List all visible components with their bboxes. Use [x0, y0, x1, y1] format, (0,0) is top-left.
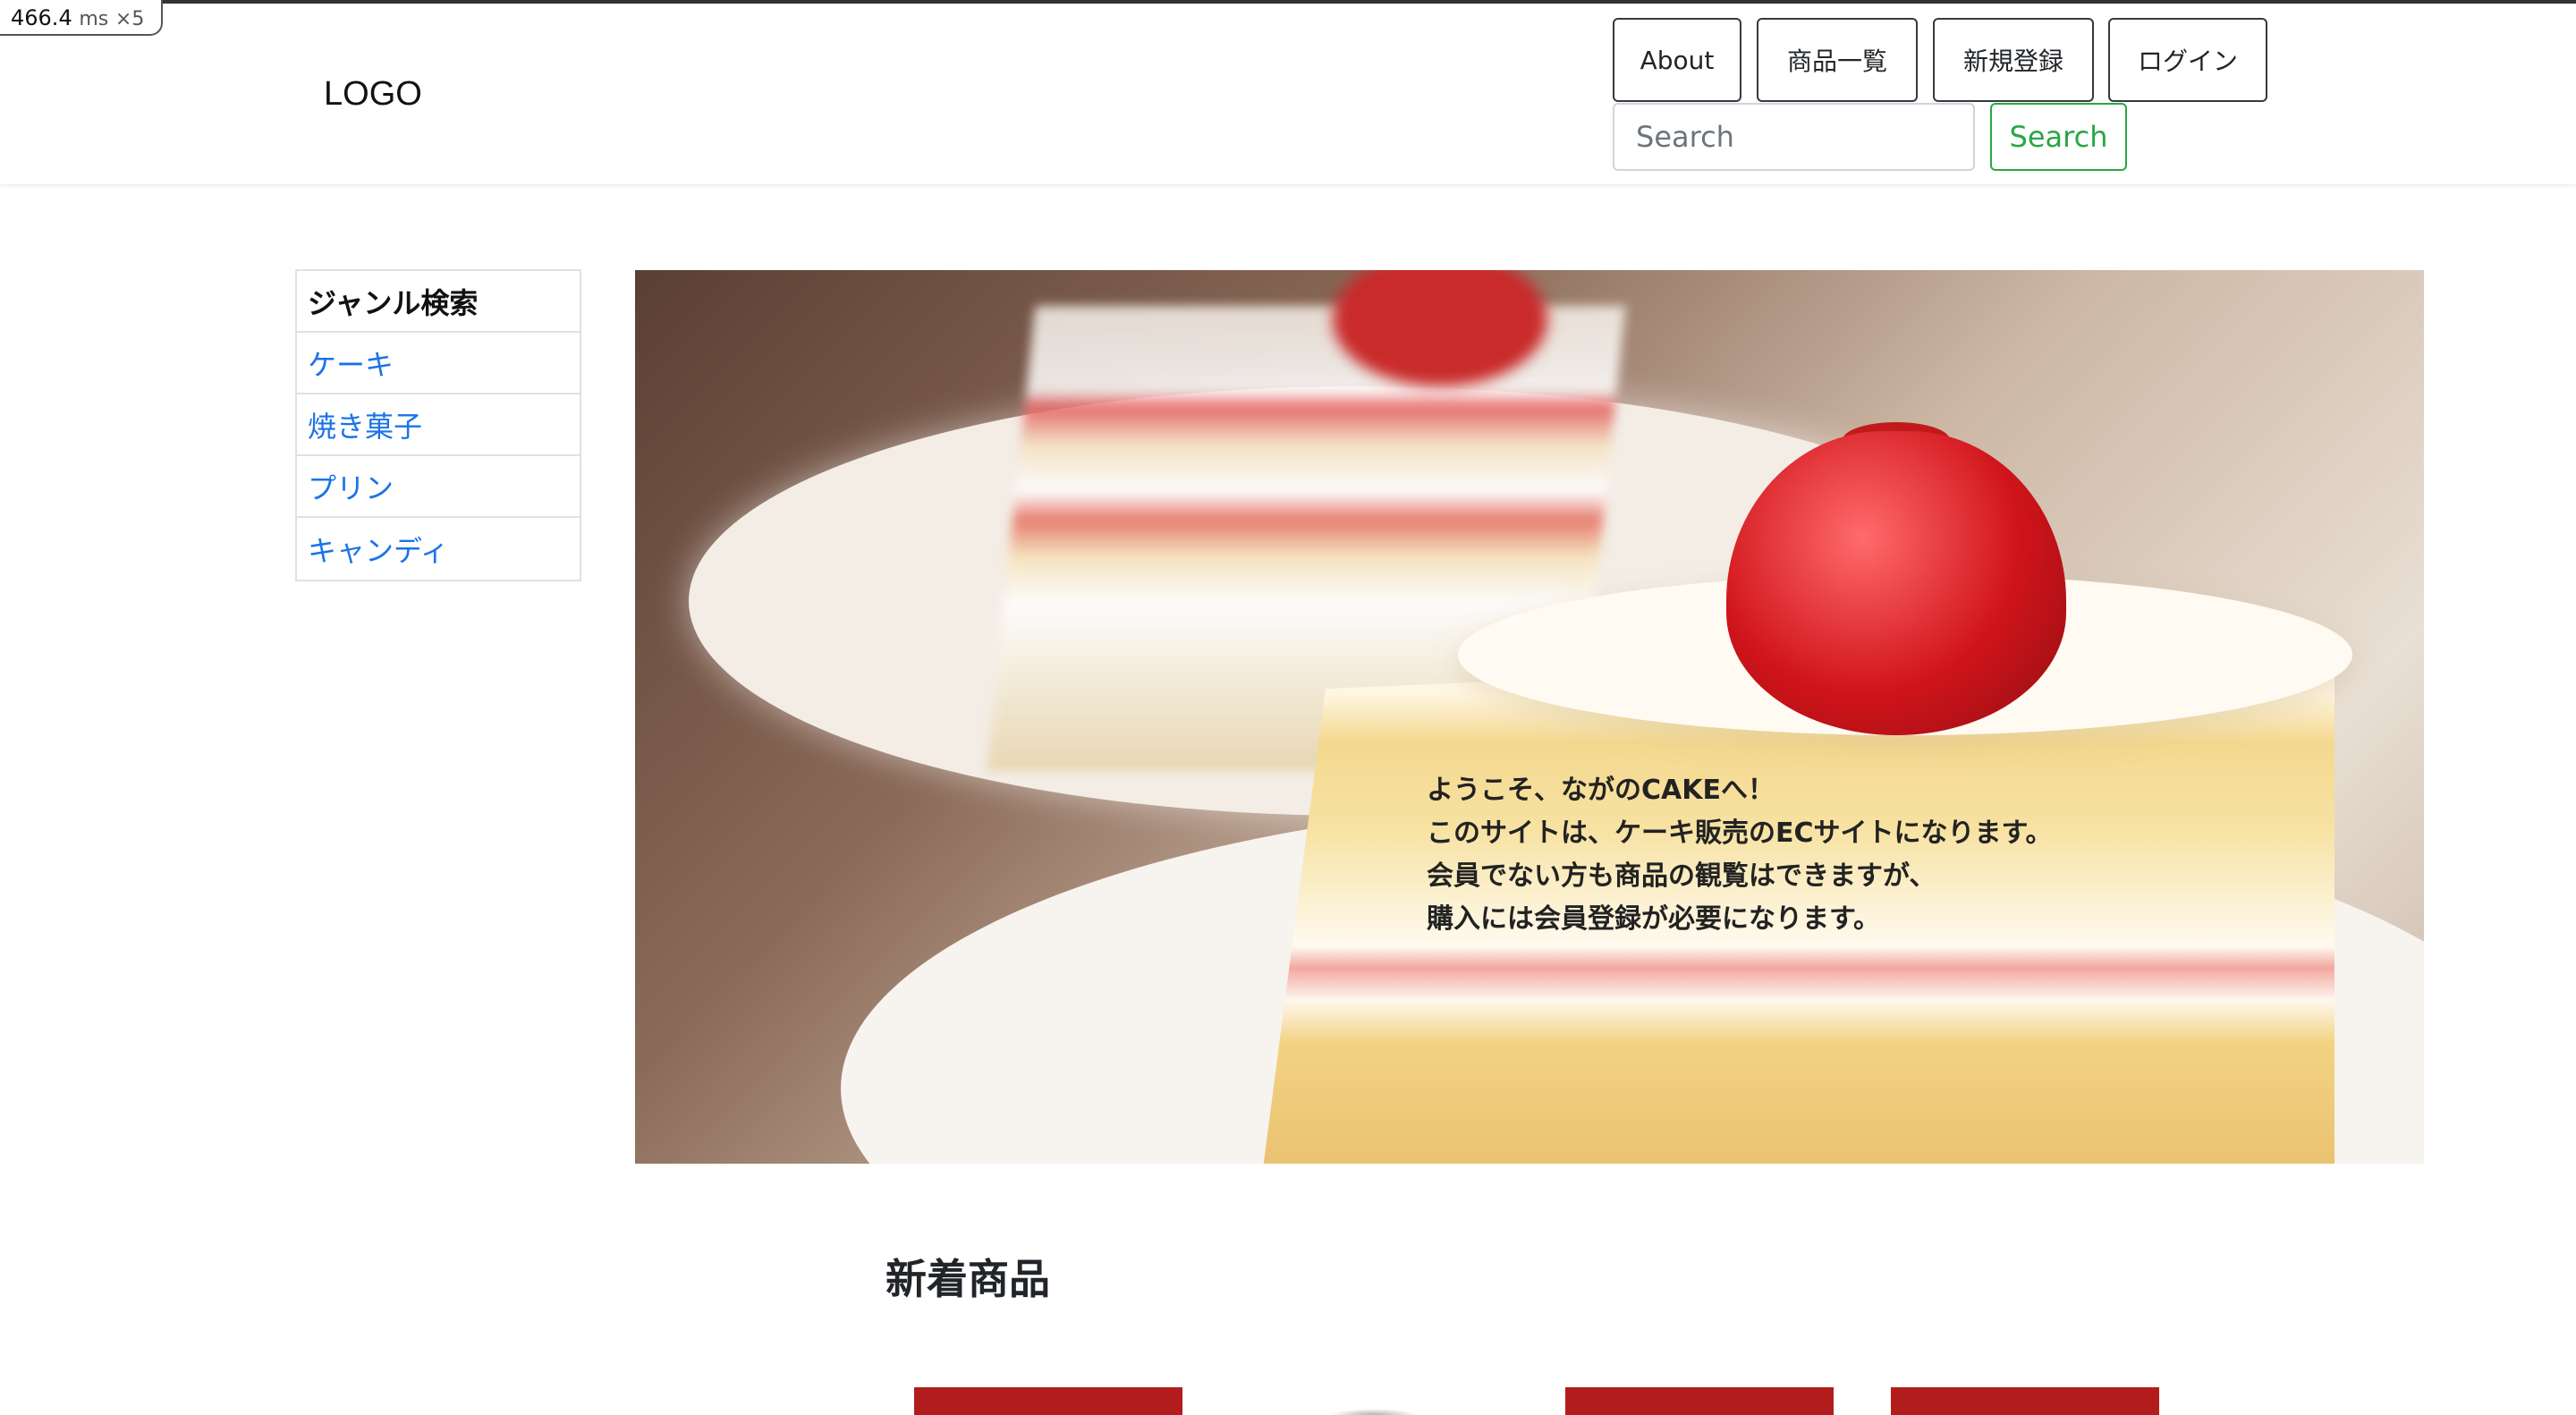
nav-about-button[interactable]: About — [1613, 18, 1741, 102]
hero-line: 会員でない方も商品の観覧はできますが、 — [1427, 860, 1936, 892]
site-logo[interactable]: LOGO — [324, 75, 422, 114]
product-card[interactable] — [1565, 1387, 1834, 1415]
product-card[interactable] — [914, 1387, 1182, 1415]
nav-login-button[interactable]: ログイン — [2108, 18, 2267, 102]
search-input[interactable]: Search — [1613, 103, 1975, 171]
genre-search-panel: ジャンル検索 ケーキ 焼き菓子 プリン キャンディ — [295, 269, 581, 581]
nav-register-button[interactable]: 新規登録 — [1933, 18, 2094, 102]
hero-welcome-text: ようこそ、ながのCAKEへ！ このサイトは、ケーキ販売のECサイトになります。 … — [1427, 769, 2071, 941]
hero-strawberry — [1726, 431, 2066, 735]
perf-multiplier: ×5 — [114, 8, 145, 30]
product-card[interactable] — [1240, 1387, 1508, 1415]
nav-products-button[interactable]: 商品一覧 — [1757, 18, 1918, 102]
perf-value: 466.4 — [11, 5, 72, 30]
genre-link-baked-goods[interactable]: 焼き菓子 — [297, 394, 580, 456]
hero-line: このサイトは、ケーキ販売のECサイトになります。 — [1427, 818, 2053, 849]
search-button[interactable]: Search — [1990, 103, 2127, 171]
genre-link-pudding[interactable]: プリン — [297, 456, 580, 518]
perf-badge: 466.4 ms ×5 — [0, 0, 163, 36]
genre-link-candy[interactable]: キャンディ — [297, 518, 580, 580]
hero-banner: ようこそ、ながのCAKEへ！ このサイトは、ケーキ販売のECサイトになります。 … — [635, 270, 2424, 1164]
search-placeholder: Search — [1636, 120, 1734, 154]
hero-line: 購入には会員登録が必要になります。 — [1427, 903, 1880, 935]
genre-search-title: ジャンル検索 — [297, 271, 580, 333]
genre-link-cake[interactable]: ケーキ — [297, 333, 580, 394]
site-header: LOGO About 商品一覧 新規登録 ログイン Search Search — [0, 4, 2576, 184]
perf-unit: ms — [79, 8, 109, 30]
new-products-heading: 新着商品 — [886, 1255, 1050, 1303]
product-card[interactable] — [1891, 1387, 2159, 1415]
hero-line: ようこそ、ながのCAKEへ！ — [1427, 775, 1775, 806]
